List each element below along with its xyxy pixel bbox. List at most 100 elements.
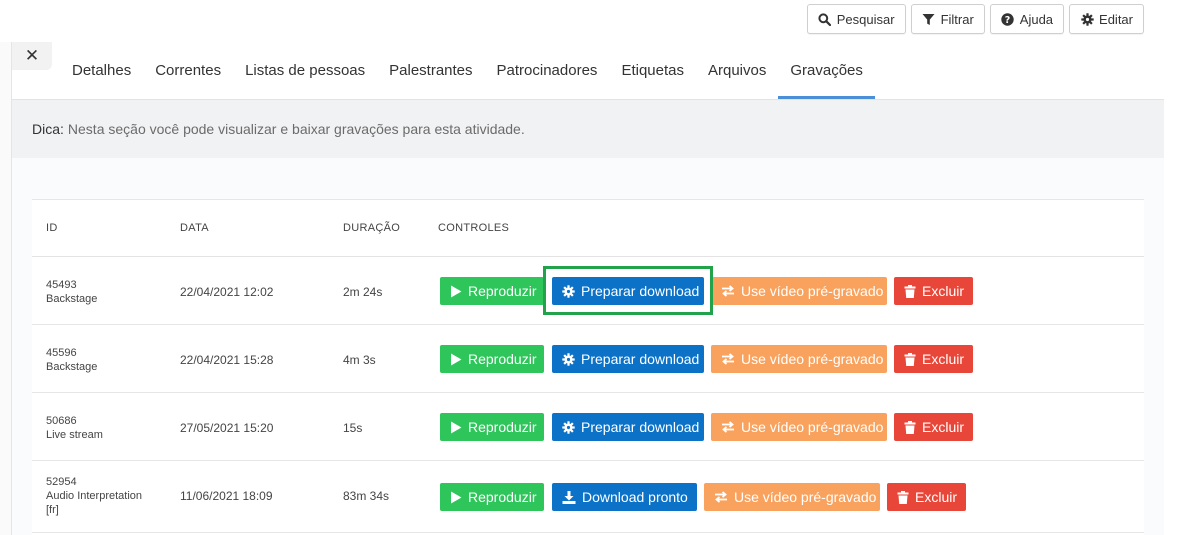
filter-button-label: Filtrar [940, 11, 974, 27]
exchange-icon [722, 421, 734, 433]
recording-id-cell: 45596 Backstage [46, 346, 97, 374]
recording-type-language: [fr] [46, 504, 59, 516]
recording-type: Backstage [46, 361, 98, 373]
recording-id: 52954 [46, 476, 77, 488]
recordings-table: ID DATA DURAÇÃO CONTROLES 45493 Backstag… [32, 199, 1144, 535]
help-button[interactable]: ? Ajuda [989, 4, 1065, 34]
table-row: 50686 Live stream 27/05/2021 15:20 15s R… [32, 393, 1144, 461]
delete-button[interactable]: Excluir [894, 345, 973, 373]
gear-icon [562, 420, 575, 434]
edit-button-label: Editar [1099, 11, 1133, 27]
delete-button[interactable]: Excluir [887, 483, 966, 511]
tab-people-lists[interactable]: Listas de pessoas [233, 42, 377, 99]
tip-banner: Dica: Nesta seção você pode visualizar e… [12, 100, 1164, 158]
tab-recordings[interactable]: Gravações [778, 42, 875, 99]
delete-button[interactable]: Excluir [894, 277, 973, 305]
play-button[interactable]: Reproduzir [440, 413, 544, 441]
play-icon [451, 285, 462, 297]
use-prerecorded-button[interactable]: Use vídeo pré-gravado [711, 413, 887, 441]
recording-id: 45596 [46, 347, 77, 359]
header-date: DATA [180, 222, 209, 234]
prepare-download-button[interactable]: Preparar download [552, 345, 704, 373]
use-prerecorded-label: Use vídeo pré-gravado [741, 283, 884, 299]
download-ready-label: Download pronto [582, 489, 688, 505]
prepare-download-label: Preparar download [581, 351, 700, 367]
play-button[interactable]: Reproduzir [440, 345, 544, 373]
use-prerecorded-label: Use vídeo pré-gravado [741, 419, 884, 435]
recording-date: 22/04/2021 12:02 [180, 285, 274, 299]
tip-label: Dica: [32, 121, 64, 137]
highlight-box [543, 266, 713, 315]
search-button-label: Pesquisar [836, 11, 895, 27]
header-id: ID [46, 222, 58, 234]
tab-sponsors[interactable]: Patrocinadores [485, 42, 610, 99]
recording-duration: 83m 34s [343, 489, 390, 503]
recording-id-cell: 52954 Audio Interpretation [fr] [46, 475, 142, 517]
play-icon [451, 421, 462, 433]
tab-tags[interactable]: Etiquetas [609, 42, 696, 99]
recording-id-cell: 50686 Live stream [46, 414, 103, 442]
play-button-label: Reproduzir [468, 351, 537, 367]
delete-button[interactable]: Excluir [894, 413, 973, 441]
play-button-label: Reproduzir [468, 419, 537, 435]
exchange-icon [715, 491, 727, 503]
recording-date: 11/06/2021 18:09 [180, 489, 273, 503]
right-background-strip [1164, 42, 1177, 535]
edit-button[interactable]: Editar [1069, 4, 1144, 34]
tab-speakers[interactable]: Palestrantes [377, 42, 484, 99]
play-button[interactable]: Reproduzir [440, 483, 544, 511]
filter-icon [922, 12, 936, 26]
download-icon [562, 490, 576, 504]
delete-button-label: Excluir [922, 283, 965, 299]
recording-duration: 2m 24s [343, 285, 383, 299]
play-button-label: Reproduzir [468, 283, 537, 299]
table-row: 52954 Audio Interpretation [fr] 11/06/20… [32, 461, 1144, 533]
tab-streams[interactable]: Correntes [143, 42, 233, 99]
download-ready-button[interactable]: Download pronto [552, 483, 697, 511]
recording-id-cell: 45493 Backstage [46, 278, 97, 306]
recording-duration: 15s [343, 421, 363, 435]
delete-button-label: Excluir [922, 419, 965, 435]
recording-date: 22/04/2021 15:28 [180, 353, 274, 367]
use-prerecorded-button[interactable]: Use vídeo pré-gravado [711, 277, 887, 305]
table-header: ID DATA DURAÇÃO CONTROLES [32, 200, 1144, 257]
close-icon: ✕ [24, 46, 40, 66]
close-button[interactable]: ✕ [12, 42, 52, 70]
help-button-label: Ajuda [1019, 11, 1054, 27]
tip-text: Nesta seção você pode visualizar e baixa… [67, 121, 525, 137]
prepare-download-button[interactable]: Preparar download [552, 413, 704, 441]
play-button[interactable]: Reproduzir [440, 277, 544, 305]
recording-id: 50686 [46, 415, 77, 427]
question-circle-icon: ? [1001, 12, 1015, 26]
exchange-icon [722, 353, 734, 365]
use-prerecorded-label: Use vídeo pré-gravado [741, 351, 884, 367]
recording-type: Audio Interpretation [46, 490, 143, 502]
trash-icon [904, 352, 916, 366]
recording-type: Backstage [46, 293, 98, 305]
play-icon [451, 491, 462, 503]
trash-icon [897, 490, 909, 504]
filter-button[interactable]: Filtrar [910, 4, 985, 34]
tab-files[interactable]: Arquivos [696, 42, 778, 99]
play-icon [451, 353, 462, 365]
use-prerecorded-button[interactable]: Use vídeo pré-gravado [711, 345, 887, 373]
trash-icon [904, 420, 916, 434]
tab-bar: Detalhes Correntes Listas de pessoas Pal… [60, 42, 875, 99]
header-duration: DURAÇÃO [343, 222, 401, 234]
use-prerecorded-button[interactable]: Use vídeo pré-gravado [704, 483, 880, 511]
search-icon [818, 12, 832, 26]
recording-id: 45493 [46, 279, 77, 291]
recording-duration: 4m 3s [343, 353, 376, 367]
table-row: 45596 Backstage 22/04/2021 15:28 4m 3s R… [32, 325, 1144, 393]
delete-button-label: Excluir [922, 351, 965, 367]
gear-icon [562, 352, 575, 366]
tab-details[interactable]: Detalhes [60, 42, 143, 99]
search-button[interactable]: Pesquisar [806, 4, 906, 34]
recording-date: 27/05/2021 15:20 [180, 421, 274, 435]
header-controls: CONTROLES [438, 222, 510, 234]
left-background-strip [0, 42, 12, 535]
play-button-label: Reproduzir [468, 489, 537, 505]
exchange-icon [722, 285, 734, 297]
svg-text:?: ? [1005, 15, 1011, 26]
prepare-download-label: Preparar download [581, 419, 700, 435]
